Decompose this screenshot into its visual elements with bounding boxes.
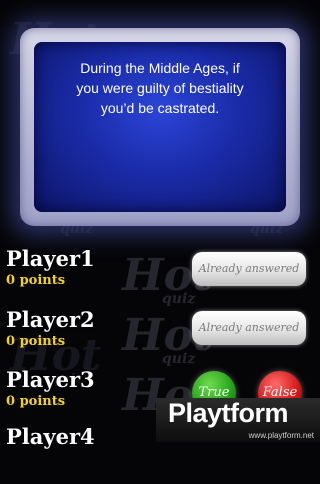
player-name: Player1 <box>6 246 95 271</box>
brand-url: www.playtform.net <box>248 431 314 440</box>
player-points: 0 points <box>6 394 66 409</box>
player-name: Player2 <box>6 307 95 332</box>
player-points: 0 points <box>6 334 66 349</box>
player-name: Player4 <box>6 424 95 449</box>
question-panel: During the Middle Ages, if you were guil… <box>34 42 286 212</box>
question-text: During the Middle Ages, if you were guil… <box>46 58 274 118</box>
player-points: 0 points <box>6 273 66 288</box>
already-answered-button[interactable]: Already answered <box>192 252 306 286</box>
question-line: you’d be castrated. <box>100 100 220 116</box>
question-line: you were guilty of bestiality <box>76 80 244 96</box>
player-row-2: Player2 0 points Already answered <box>0 307 320 367</box>
player-name: Player3 <box>6 367 95 392</box>
brand-banner: Playtform www.playtform.net <box>156 398 320 442</box>
player-row-1: Player1 0 points Already answered <box>0 246 320 306</box>
already-answered-button[interactable]: Already answered <box>192 311 306 345</box>
question-card: During the Middle Ages, if you were guil… <box>20 28 300 226</box>
brand-logo: Playtform <box>168 398 289 428</box>
question-line: During the Middle Ages, if <box>80 60 240 76</box>
